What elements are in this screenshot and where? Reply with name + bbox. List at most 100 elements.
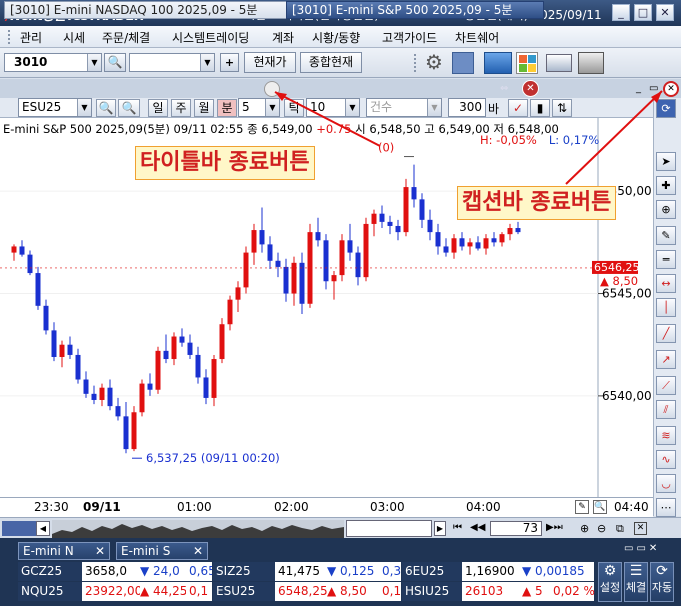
cursor-icon[interactable]: ➤ bbox=[656, 152, 676, 171]
first-page-icon[interactable]: ⏮ bbox=[453, 522, 462, 533]
horizontal-line-icon[interactable]: ═ bbox=[656, 250, 676, 269]
more-tools-icon[interactable]: ⋯ bbox=[656, 498, 676, 517]
ticker-tab-nasdaq[interactable]: E-mini N ✕ bbox=[18, 542, 110, 560]
close-icon[interactable]: ✕ bbox=[522, 80, 539, 97]
window-list-icon[interactable] bbox=[546, 54, 572, 72]
maximize-button[interactable]: □ bbox=[634, 4, 652, 21]
link-icon[interactable]: ⇔ bbox=[500, 82, 518, 96]
open-value: 6,548,50 bbox=[369, 122, 421, 136]
ticker-percent: 0,02 % bbox=[550, 582, 595, 601]
interval-combo[interactable]: 5 ▼ bbox=[238, 98, 280, 117]
print-icon[interactable] bbox=[578, 52, 604, 74]
ticker-symbol[interactable]: ESU25 bbox=[213, 582, 275, 601]
candle-body bbox=[419, 199, 425, 220]
menu-market-news[interactable]: 시황/동향 bbox=[312, 29, 360, 46]
edit-icon[interactable]: ✎ bbox=[656, 226, 676, 245]
minimize-button[interactable]: _ bbox=[612, 4, 630, 21]
candle-body bbox=[475, 242, 481, 249]
wave-icon[interactable]: ∿ bbox=[656, 450, 676, 469]
magnifier-icon[interactable]: 🔍 bbox=[593, 500, 607, 514]
close-icon[interactable]: ✕ bbox=[193, 543, 203, 559]
close-icon[interactable]: ✕ bbox=[634, 522, 647, 535]
ticker-window-controls[interactable]: ▭▭✕ bbox=[624, 543, 674, 557]
layout-grid-icon[interactable] bbox=[516, 52, 538, 74]
zoom-in-icon[interactable]: ⊕ bbox=[580, 522, 589, 535]
menu-customer-guide[interactable]: 고객가이드 bbox=[382, 29, 437, 46]
candle-body bbox=[155, 350, 161, 390]
vertical-line-icon[interactable]: │ bbox=[656, 298, 676, 317]
add-screen-button[interactable]: + bbox=[220, 53, 239, 72]
restore-screen-icon[interactable]: ▭ bbox=[649, 82, 661, 96]
memo-icon[interactable] bbox=[452, 52, 474, 74]
chart-panel[interactable]: 6550,00 6545,00 6540,00 6,537,25 (09/11 00:… bbox=[0, 118, 653, 497]
screen-search-combo[interactable]: ▼ bbox=[129, 53, 215, 72]
zoom-icon[interactable]: ⊕ bbox=[656, 200, 676, 219]
menu-chart-share[interactable]: 차트쉐어 bbox=[455, 29, 499, 46]
period-month-button[interactable]: 월 bbox=[194, 99, 214, 117]
tab-sp500-chart[interactable]: [3010] E-mini S&P 500 2025,09 - 5분 bbox=[286, 1, 544, 19]
scroll-right-icon[interactable]: ▶ bbox=[434, 521, 446, 536]
caption-close-icon[interactable]: ✕ bbox=[663, 81, 679, 97]
fills-button[interactable]: ☰ 체결 bbox=[624, 562, 648, 602]
ticker-symbol[interactable]: HSIU25 bbox=[402, 582, 462, 601]
menu-order[interactable]: 주문/체결 bbox=[102, 29, 150, 46]
menu-manage[interactable]: 관리 bbox=[20, 29, 42, 46]
cycle-icon[interactable]: ◡ bbox=[656, 474, 676, 493]
count-combo[interactable]: 10 ▼ bbox=[306, 98, 360, 117]
search-icon[interactable]: 🔍 bbox=[96, 99, 116, 117]
period-day-button[interactable]: 일 bbox=[148, 99, 168, 117]
total-current-button[interactable]: 종합현재 bbox=[300, 52, 362, 73]
sort-icon[interactable]: ⇅ bbox=[552, 99, 572, 117]
chart-symbol-info: E-mini S&P 500 2025,09(5분) 09/11 02:55 bbox=[3, 122, 244, 136]
current-price-button[interactable]: 현재가 bbox=[244, 52, 296, 73]
arrow-line-icon[interactable]: ↗ bbox=[656, 350, 676, 369]
crosshair-icon[interactable]: ✚ bbox=[656, 176, 676, 195]
settings-button[interactable]: ⚙ 설정 bbox=[598, 562, 622, 602]
indicator-icon[interactable]: ✓ bbox=[508, 99, 528, 117]
menu-system-trading[interactable]: 시스템트레이딩 bbox=[172, 29, 249, 46]
ticker-symbol[interactable]: 6EU25 bbox=[402, 562, 462, 581]
ticker-tab-sp500[interactable]: E-mini S ✕ bbox=[116, 542, 208, 560]
scroll-left-icon[interactable]: ◀ bbox=[36, 521, 50, 536]
search-icon[interactable]: 🔍 bbox=[104, 53, 126, 72]
time-tick-label: 02:00 bbox=[274, 500, 309, 514]
minimize-screen-icon[interactable]: _ bbox=[636, 82, 648, 96]
tick-button[interactable]: 틱 bbox=[284, 99, 304, 117]
gear-icon[interactable]: ⚙ bbox=[425, 51, 447, 73]
trend-line-icon[interactable]: ╱ bbox=[656, 324, 676, 343]
candle-body bbox=[187, 342, 193, 355]
bar-count-input[interactable]: 300 bbox=[448, 98, 486, 117]
monitor-icon[interactable] bbox=[484, 52, 512, 74]
overview-window[interactable] bbox=[346, 520, 432, 537]
period-week-button[interactable]: 주 bbox=[171, 99, 191, 117]
menu-account[interactable]: 계좌 bbox=[272, 29, 294, 46]
volume-type-combo[interactable]: 건수 ▼ bbox=[366, 98, 442, 117]
clear-search-icon[interactable]: 🔍 bbox=[118, 99, 140, 117]
bar-chart-icon[interactable]: ▮ bbox=[530, 99, 550, 117]
ticker-symbol[interactable]: GCZ25 bbox=[18, 562, 82, 581]
fit-icon[interactable]: ⧉ bbox=[616, 522, 624, 536]
tab-nasdaq-chart[interactable]: [3010] E-mini NASDAQ 100 2025,09 - 5분 bbox=[4, 1, 288, 19]
visible-bars-input[interactable]: 73 bbox=[490, 521, 542, 536]
fibonacci-icon[interactable]: ≋ bbox=[656, 426, 676, 445]
period-minute-button[interactable]: 분 bbox=[217, 99, 237, 117]
candle-body bbox=[371, 213, 377, 224]
ticker-symbol[interactable]: NQU25 bbox=[18, 582, 82, 601]
pencil-icon[interactable]: ✎ bbox=[575, 500, 589, 514]
close-icon[interactable]: ✕ bbox=[95, 543, 105, 559]
menu-quotes[interactable]: 시세 bbox=[63, 29, 85, 46]
overview-minimap[interactable] bbox=[52, 520, 344, 538]
segment-line-icon[interactable]: ↔ bbox=[656, 274, 676, 293]
last-page-icon[interactable]: ▶⏭ bbox=[546, 522, 563, 533]
tab-close-icon[interactable] bbox=[264, 81, 280, 97]
prev-page-icon[interactable]: ◀◀ bbox=[470, 522, 485, 533]
refresh-icon[interactable]: ⟳ bbox=[656, 99, 676, 118]
ticker-symbol[interactable]: SIZ25 bbox=[213, 562, 275, 581]
screen-number-combo[interactable]: 3010 ▼ bbox=[4, 53, 102, 72]
ray-line-icon[interactable]: ⟋ bbox=[656, 376, 676, 395]
symbol-combo[interactable]: ESU25 ▼ bbox=[18, 98, 92, 117]
channel-icon[interactable]: ⫽ bbox=[656, 400, 676, 419]
zoom-out-icon[interactable]: ⊖ bbox=[597, 522, 606, 535]
close-button[interactable]: ✕ bbox=[656, 4, 674, 21]
auto-button[interactable]: ⟳ 자동 bbox=[650, 562, 674, 602]
